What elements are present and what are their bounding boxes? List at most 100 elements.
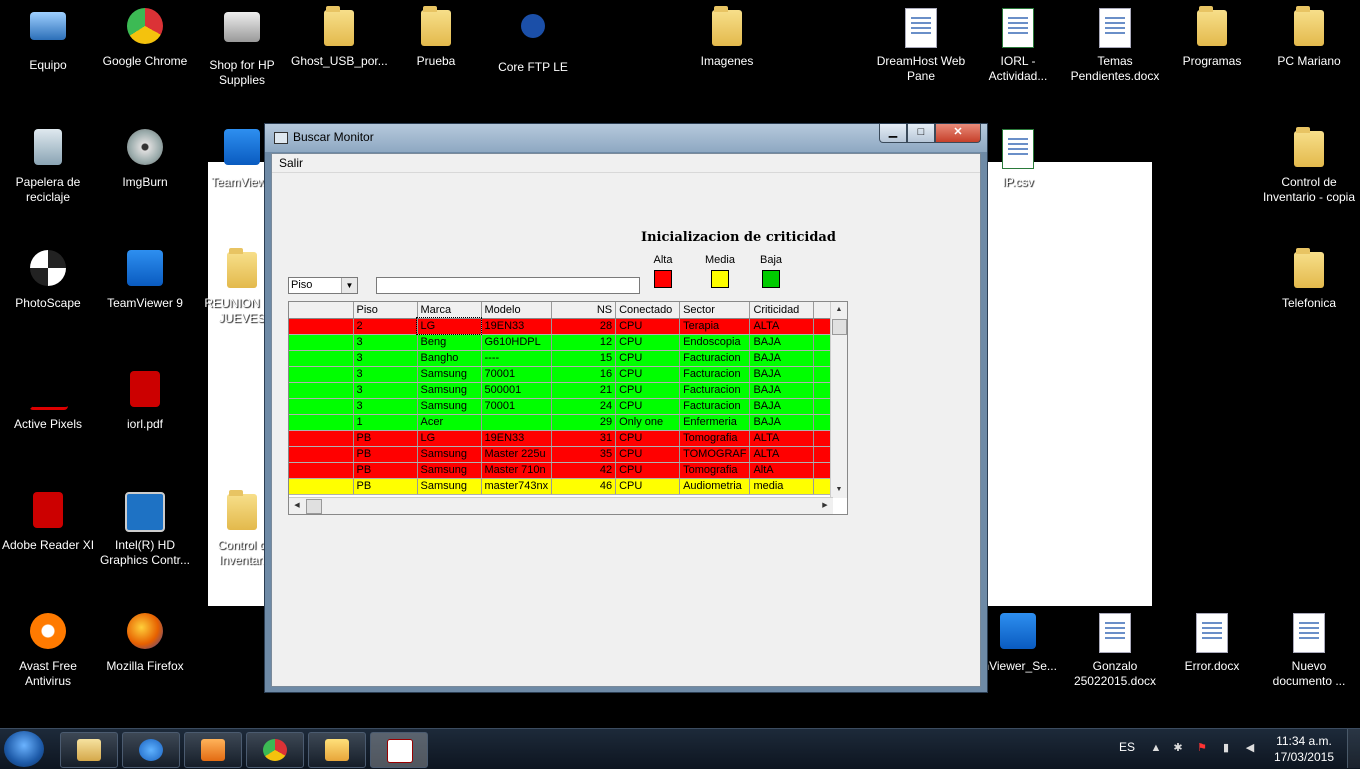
table-cell[interactable]: 3 bbox=[353, 366, 418, 383]
table-cell[interactable]: 35 bbox=[551, 446, 617, 463]
maximize-button[interactable]: □ bbox=[907, 124, 935, 143]
table-cell[interactable]: CPU bbox=[615, 382, 681, 399]
table-row[interactable]: PB Samsung Master 710n 42 CPU Tomografia AltA bbox=[289, 462, 845, 479]
taskbar-clock[interactable]: 11:34 a.m. 17/03/2015 bbox=[1274, 733, 1334, 765]
table-row[interactable]: 2 LG 19EN33 28 CPU Terapia ALTA bbox=[289, 317, 845, 335]
table-cell[interactable]: CPU bbox=[615, 398, 681, 415]
table-cell[interactable]: BAJA bbox=[749, 366, 815, 383]
scroll-down-icon[interactable]: ▼ bbox=[831, 482, 847, 498]
table-cell[interactable]: CPU bbox=[615, 446, 681, 463]
table-row[interactable]: 1 Acer 29 Only one Enfermeria BAJA bbox=[289, 414, 845, 431]
table-cell[interactable]: PB bbox=[353, 446, 418, 463]
close-button[interactable]: ✕ bbox=[935, 124, 981, 143]
taskbar-buscar-monitor[interactable] bbox=[370, 732, 428, 768]
table-cell[interactable]: 21 bbox=[551, 382, 617, 399]
table-cell[interactable]: TOMOGRAF bbox=[679, 446, 751, 463]
table-cell[interactable]: PB bbox=[353, 462, 418, 479]
column-header[interactable]: Marca bbox=[417, 302, 482, 319]
table-row[interactable]: 3 Bangho ---- 15 CPU Facturacion BAJA bbox=[289, 350, 845, 367]
monitor-grid[interactable]: Piso Marca Modelo NS Conectado Sector Criticid… bbox=[288, 301, 848, 515]
desktop-icon[interactable]: PC Mariano bbox=[1261, 6, 1357, 69]
table-cell[interactable]: Enfermeria bbox=[679, 414, 751, 431]
table-cell[interactable]: 2 bbox=[353, 318, 418, 335]
chevron-down-icon[interactable]: ▼ bbox=[341, 278, 357, 293]
table-cell[interactable]: 70001 bbox=[481, 366, 553, 383]
table-cell[interactable]: AltA bbox=[749, 462, 815, 479]
table-cell[interactable]: Endoscopia bbox=[679, 334, 751, 351]
table-cell[interactable]: 3 bbox=[353, 398, 418, 415]
table-row[interactable]: PB LG 19EN33 31 CPU Tomografia ALTA bbox=[289, 430, 845, 447]
table-cell[interactable]: CPU bbox=[615, 334, 681, 351]
signal-icon[interactable]: ▮ bbox=[1220, 742, 1232, 754]
table-cell[interactable]: 16 bbox=[551, 366, 617, 383]
desktop-icon[interactable]: TeamViewer 9 bbox=[97, 250, 193, 311]
desktop-icon[interactable]: Imagenes bbox=[679, 6, 775, 69]
column-header[interactable]: Criticidad bbox=[749, 302, 815, 319]
table-cell[interactable] bbox=[289, 414, 354, 431]
scroll-right-icon[interactable]: ▶ bbox=[817, 498, 833, 514]
desktop-icon[interactable]: Gonzalo 25022015.docx bbox=[1067, 613, 1163, 689]
desktop-icon[interactable]: Intel(R) HD Graphics Contr... bbox=[97, 492, 193, 568]
table-cell[interactable]: Facturacion bbox=[679, 366, 751, 383]
table-cell[interactable]: BAJA bbox=[749, 350, 815, 367]
table-cell[interactable]: Beng bbox=[417, 334, 482, 351]
table-cell[interactable]: Master 225u bbox=[481, 446, 553, 463]
desktop-icon[interactable]: Equipo bbox=[0, 8, 96, 73]
table-cell[interactable] bbox=[289, 462, 354, 479]
menu-item-salir[interactable]: Salir bbox=[279, 156, 303, 170]
column-header[interactable]: Piso bbox=[353, 302, 418, 319]
scroll-left-icon[interactable]: ◀ bbox=[289, 498, 305, 514]
table-cell[interactable]: 24 bbox=[551, 398, 617, 415]
language-indicator[interactable]: ES bbox=[1119, 740, 1135, 754]
table-cell[interactable] bbox=[289, 350, 354, 367]
table-cell[interactable]: CPU bbox=[615, 478, 681, 495]
table-cell[interactable]: Facturacion bbox=[679, 398, 751, 415]
table-cell[interactable]: ALTA bbox=[749, 430, 815, 447]
table-cell[interactable]: 3 bbox=[353, 334, 418, 351]
table-cell[interactable]: 500001 bbox=[481, 382, 553, 399]
network-icon[interactable]: ✱ bbox=[1172, 742, 1184, 754]
table-cell[interactable]: CPU bbox=[615, 462, 681, 479]
desktop-icon[interactable]: Active Pixels bbox=[0, 371, 96, 432]
column-header[interactable]: Conectado bbox=[615, 302, 681, 319]
table-cell[interactable]: 46 bbox=[551, 478, 617, 495]
table-cell[interactable]: CPU bbox=[615, 366, 681, 383]
table-cell[interactable]: 70001 bbox=[481, 398, 553, 415]
desktop-icon[interactable]: PhotoScape bbox=[0, 250, 96, 311]
table-cell[interactable]: Samsung bbox=[417, 398, 482, 415]
table-cell[interactable]: master743nx bbox=[481, 478, 553, 495]
table-cell[interactable]: G610HDPL bbox=[481, 334, 553, 351]
table-cell[interactable]: Bangho bbox=[417, 350, 482, 367]
table-cell[interactable]: LG bbox=[416, 317, 482, 335]
table-row[interactable]: PB Samsung master743nx 46 CPU Audiometria medi… bbox=[289, 478, 845, 495]
desktop-icon[interactable]: Prueba bbox=[388, 6, 484, 69]
desktop-icon[interactable]: Programas bbox=[1164, 6, 1260, 69]
table-cell[interactable]: PB bbox=[353, 430, 418, 447]
table-cell[interactable] bbox=[481, 414, 553, 431]
table-cell[interactable]: 15 bbox=[551, 350, 617, 367]
table-cell[interactable] bbox=[289, 318, 354, 335]
desktop-icon[interactable]: iorl.pdf bbox=[97, 371, 193, 432]
table-cell[interactable]: 42 bbox=[551, 462, 617, 479]
table-cell[interactable]: 3 bbox=[353, 382, 418, 399]
desktop-icon[interactable]: Temas Pendientes.docx bbox=[1067, 8, 1163, 84]
volume-icon[interactable]: ◀ bbox=[1244, 742, 1256, 754]
desktop-icon[interactable]: IORL - Actividad... bbox=[970, 8, 1066, 84]
taskbar-chrome[interactable] bbox=[246, 732, 304, 768]
horizontal-scroll-thumb[interactable] bbox=[306, 499, 322, 514]
show-desktop-button[interactable] bbox=[1347, 729, 1360, 768]
table-cell[interactable]: Master 710n bbox=[481, 462, 553, 479]
table-cell[interactable]: media bbox=[749, 478, 815, 495]
table-cell[interactable]: Facturacion bbox=[679, 382, 751, 399]
desktop-icon[interactable]: Nuevo documento ... bbox=[1261, 613, 1357, 689]
table-cell[interactable] bbox=[289, 446, 354, 463]
table-cell[interactable] bbox=[289, 478, 354, 495]
table-cell[interactable]: LG bbox=[417, 430, 482, 447]
minimize-button[interactable]: ▁ bbox=[879, 124, 907, 143]
table-cell[interactable]: ALTA bbox=[749, 446, 815, 463]
column-header[interactable] bbox=[289, 302, 354, 319]
desktop-icon[interactable]: Ghost_USB_por... bbox=[291, 6, 388, 69]
table-cell[interactable]: 3 bbox=[353, 350, 418, 367]
table-cell[interactable]: Acer bbox=[417, 414, 482, 431]
table-row[interactable]: 3 Beng G610HDPL 12 CPU Endoscopia BAJA bbox=[289, 334, 845, 351]
